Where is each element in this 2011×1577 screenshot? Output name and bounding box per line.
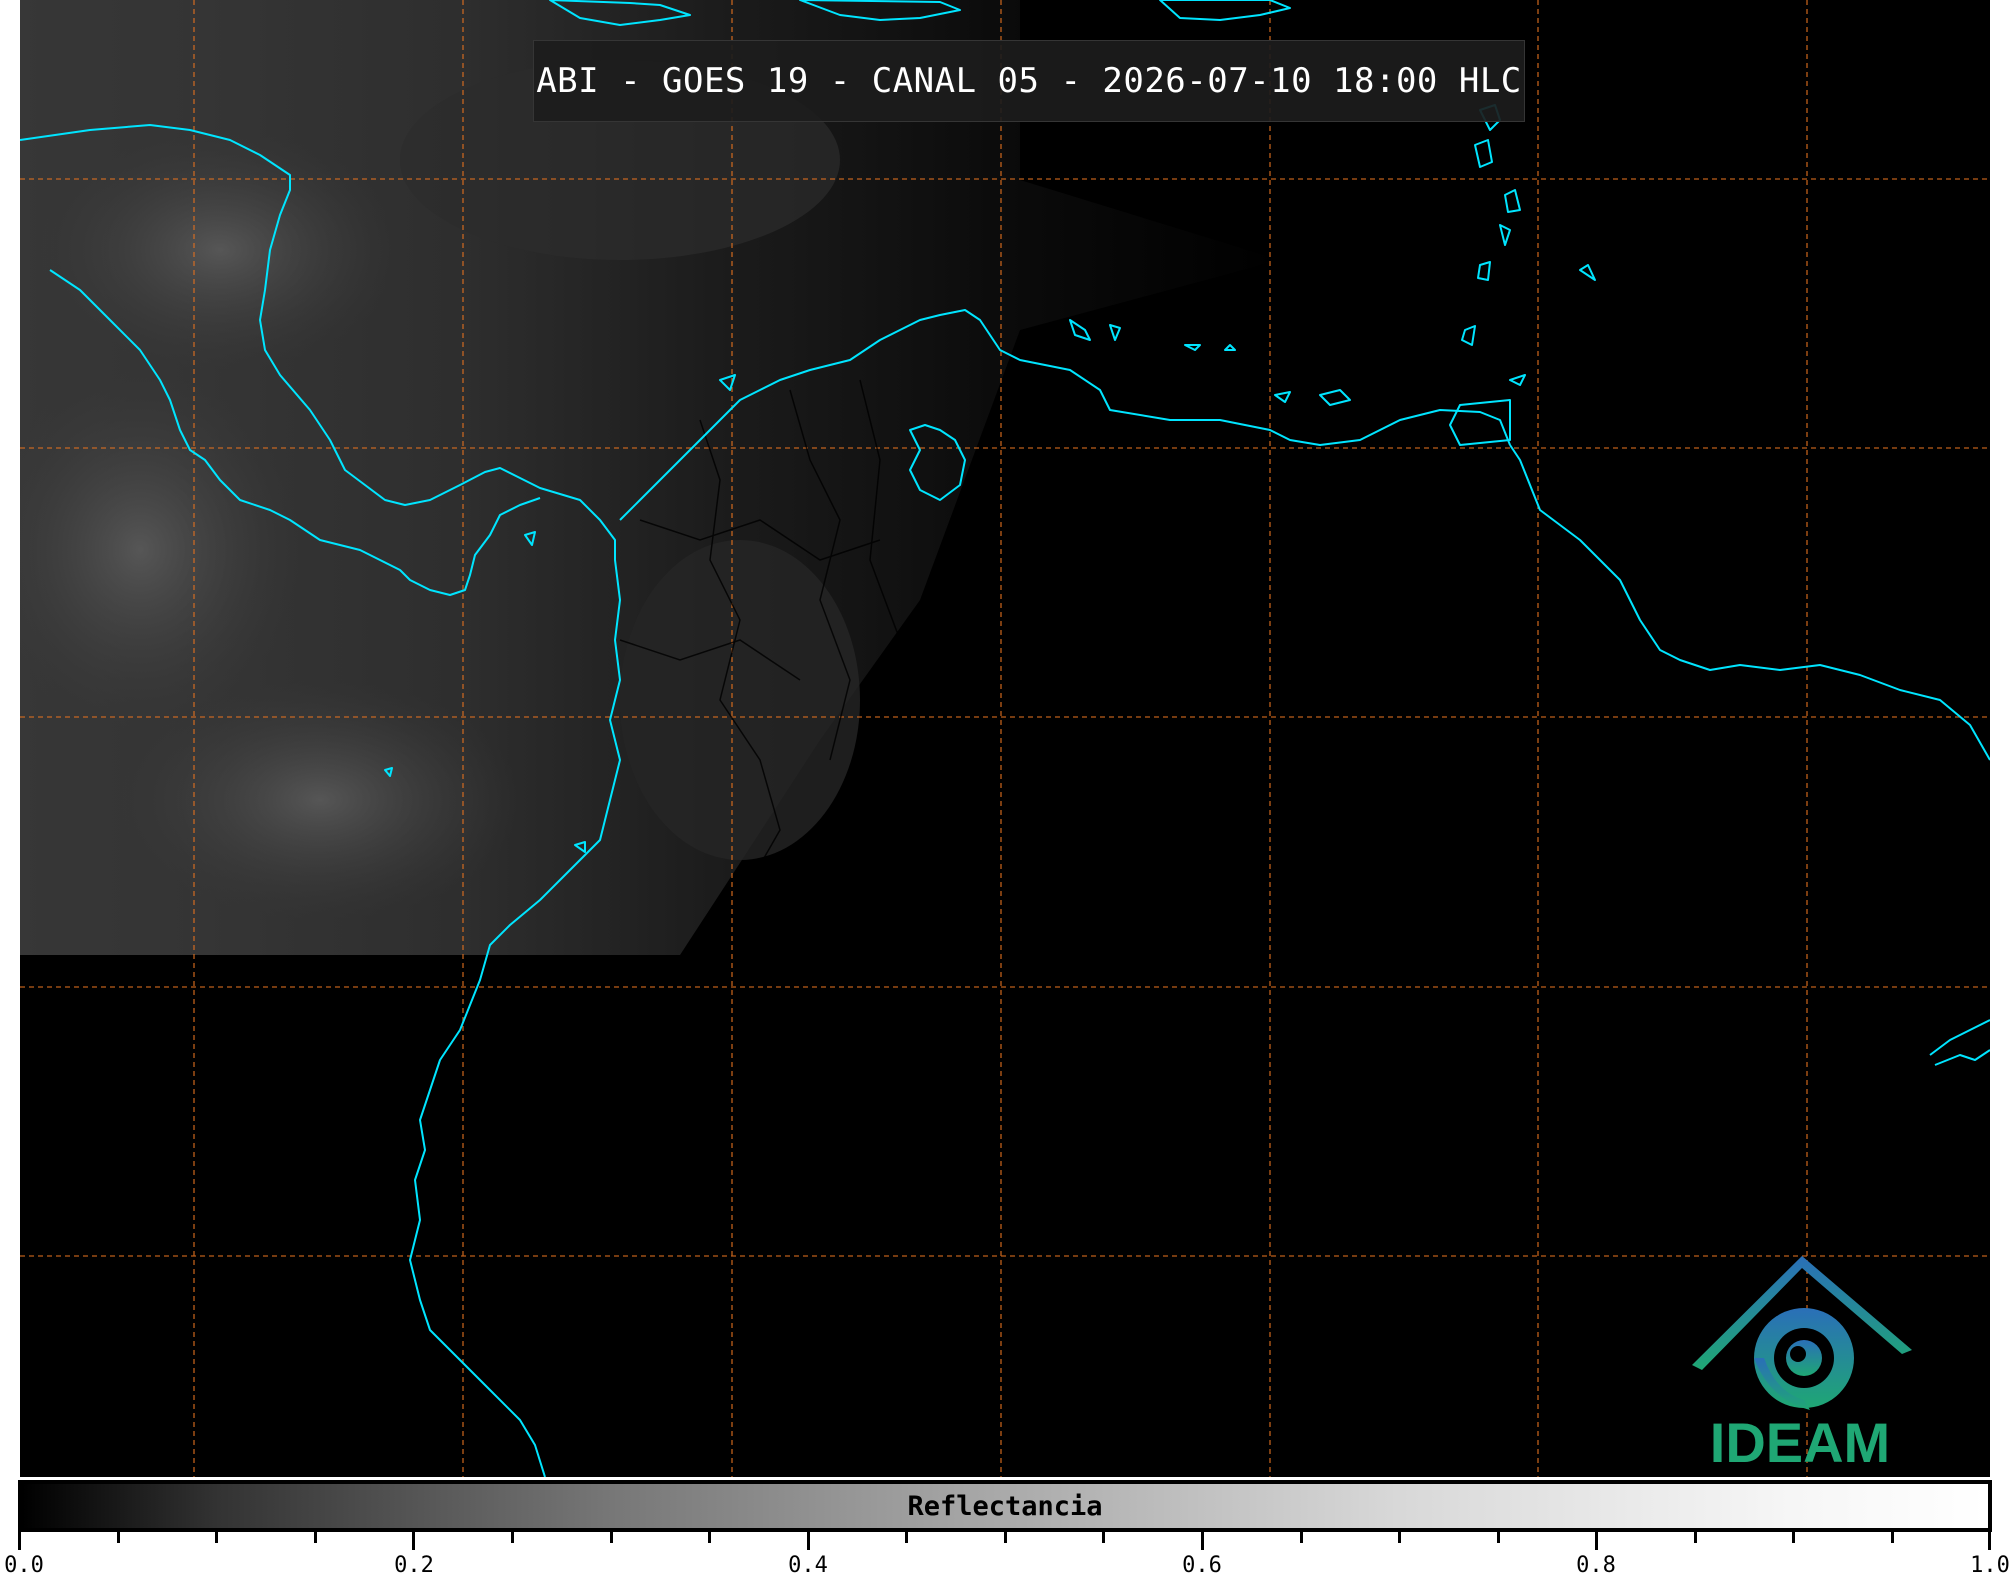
- colorbar-tick: [1988, 1532, 1991, 1550]
- colorbar-tick: [1300, 1532, 1303, 1543]
- colorbar-tick: [412, 1532, 415, 1550]
- reflectance-colorbar: Reflectancia: [18, 1480, 1992, 1532]
- colorbar-tick: [117, 1532, 120, 1543]
- colorbar-tick: [1497, 1532, 1500, 1543]
- ideam-logo-text: IDEAM: [1709, 1411, 1891, 1474]
- colorbar-tick: [18, 1532, 21, 1550]
- colorbar-tick: [314, 1532, 317, 1543]
- colorbar-tick-label: 0.6: [1182, 1553, 1222, 1577]
- colorbar-tick: [1201, 1532, 1204, 1550]
- colorbar-tick-label: 0.8: [1576, 1553, 1616, 1577]
- colorbar-tick: [1004, 1532, 1007, 1543]
- colorbar-label: Reflectancia: [907, 1490, 1103, 1522]
- colorbar-tick: [905, 1532, 908, 1543]
- colorbar-tick: [1792, 1532, 1795, 1543]
- colorbar-tick: [215, 1532, 218, 1543]
- satellite-image-view: ABI - GOES 19 - CANAL 05 - 2026-07-10 18…: [0, 0, 2011, 1577]
- colorbar-tick: [1694, 1532, 1697, 1543]
- colorbar-tick-label: 0.2: [394, 1553, 434, 1577]
- colorbar-tick: [1595, 1532, 1598, 1550]
- colorbar-tick: [1102, 1532, 1105, 1543]
- reflectance-imagery: [20, 0, 1280, 955]
- satellite-map: ABI - GOES 19 - CANAL 05 - 2026-07-10 18…: [20, 0, 1990, 1477]
- colorbar-tick: [708, 1532, 711, 1543]
- ideam-logo: IDEAM: [1680, 1250, 1920, 1477]
- ideam-emblem-icon: [1692, 1256, 1912, 1410]
- colorbar-tick: [1891, 1532, 1894, 1543]
- colorbar-tick-label: 1.0: [1970, 1553, 2010, 1577]
- colorbar-tick-label: 0.4: [788, 1553, 828, 1577]
- title-panel: ABI - GOES 19 - CANAL 05 - 2026-07-10 18…: [533, 40, 1525, 122]
- colorbar-tick: [1398, 1532, 1401, 1543]
- colorbar-tick: [511, 1532, 514, 1543]
- colorbar-tick: [610, 1532, 613, 1543]
- colorbar-tick: [807, 1532, 810, 1550]
- colorbar-tick-label: 0.0: [4, 1553, 44, 1577]
- image-title: ABI - GOES 19 - CANAL 05 - 2026-07-10 18…: [536, 61, 1522, 101]
